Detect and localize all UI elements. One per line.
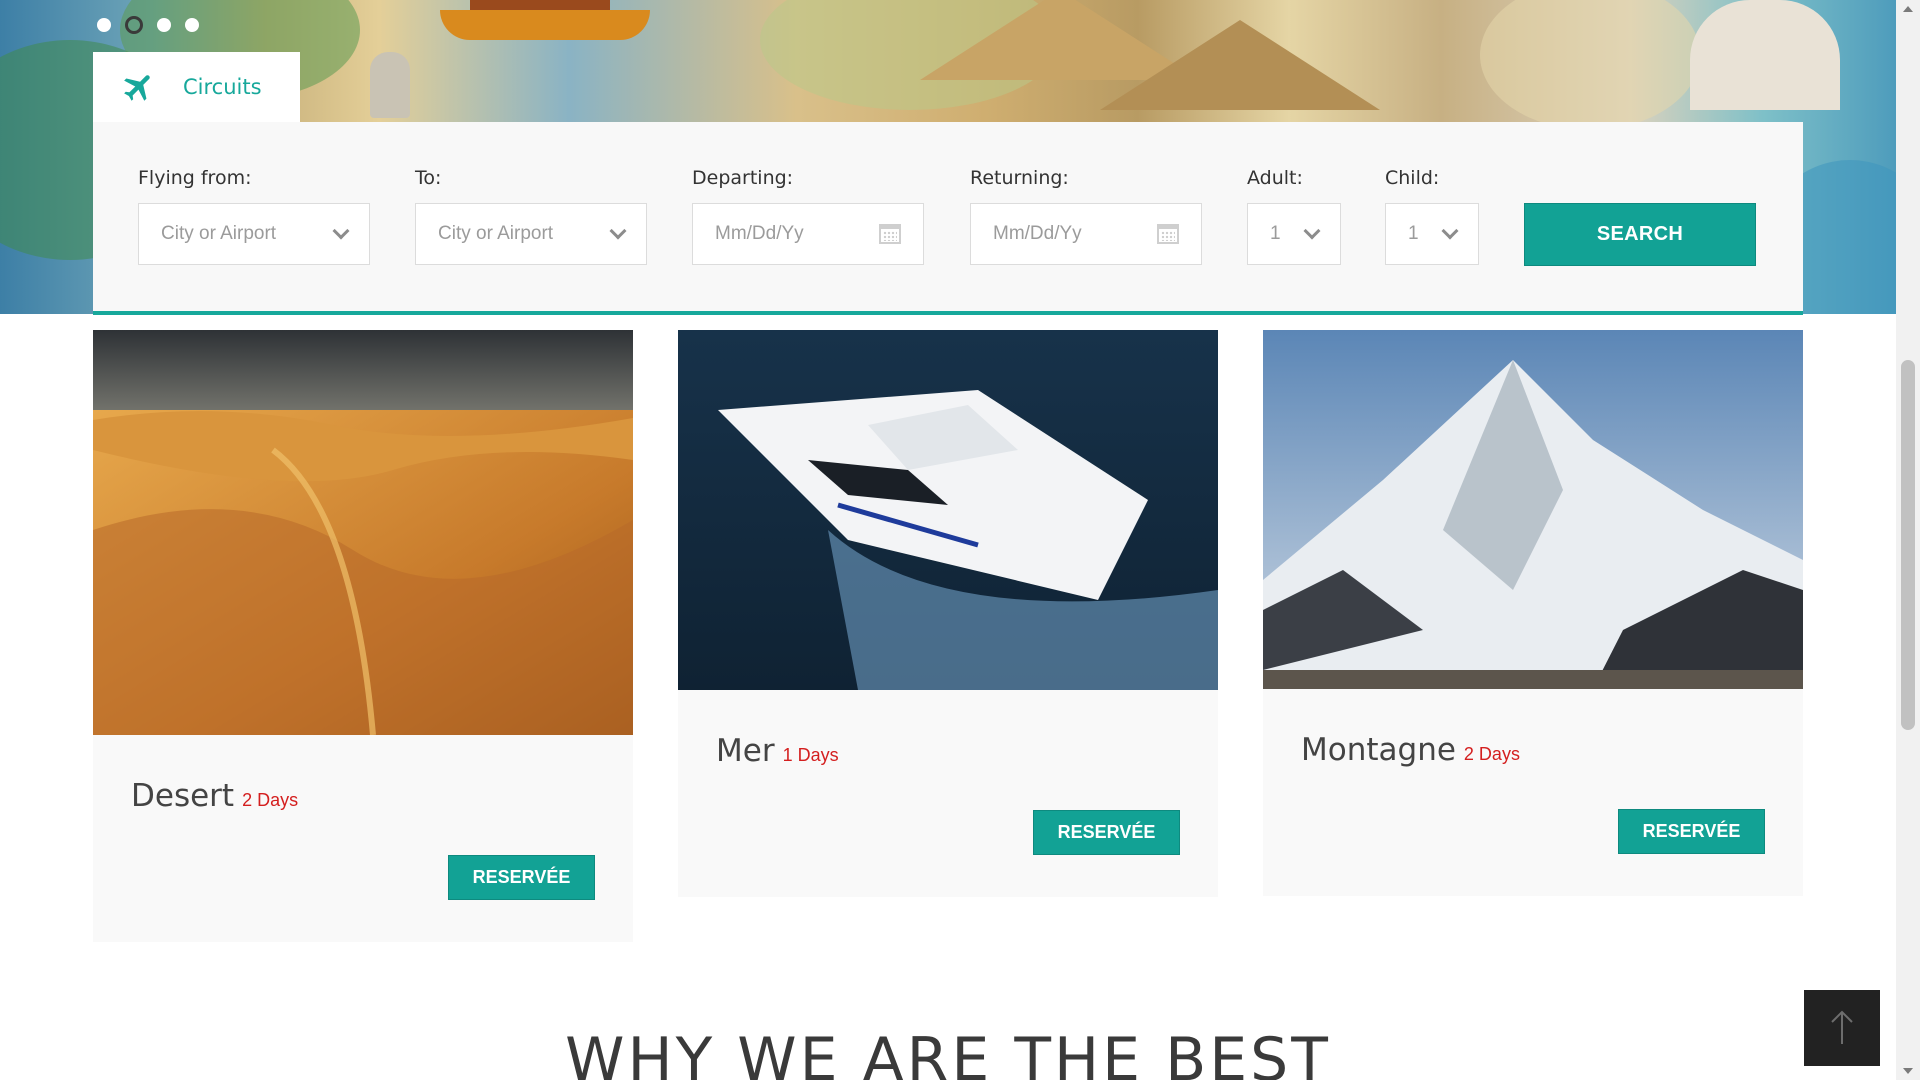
adult-value: 1 xyxy=(1270,223,1281,244)
chevron-down-icon xyxy=(1441,222,1459,240)
tour-card-desert: Desert 2 Days RESERVÉE xyxy=(93,330,633,942)
arrow-up-icon xyxy=(1831,1010,1853,1044)
scroll-down-arrow[interactable] xyxy=(1903,1068,1913,1074)
departing-date-input[interactable]: Mm/Dd/Yy xyxy=(692,203,924,265)
section-heading: WHY WE ARE THE BEST xyxy=(565,1025,1331,1080)
returning-placeholder: Mm/Dd/Yy xyxy=(993,223,1082,244)
to-field-group: To: City or Airport xyxy=(415,167,647,265)
returning-date-input[interactable]: Mm/Dd/Yy xyxy=(970,203,1202,265)
child-select[interactable]: 1 xyxy=(1385,203,1479,265)
reserve-button[interactable]: RESERVÉE xyxy=(448,855,595,900)
card-title: Montagne xyxy=(1301,732,1456,768)
card-duration: 1 Days xyxy=(782,745,839,765)
pyramid-illustration xyxy=(1100,20,1380,110)
slider-dot[interactable] xyxy=(157,18,171,32)
departing-label: Departing: xyxy=(692,167,794,189)
card-duration: 2 Days xyxy=(1463,744,1520,764)
mountain-photo[interactable] xyxy=(1263,330,1803,689)
scroll-up-arrow[interactable] xyxy=(1903,6,1913,12)
adult-label: Adult: xyxy=(1247,167,1303,189)
search-button[interactable]: SEARCH xyxy=(1524,203,1756,266)
adult-field-group: Adult: 1 xyxy=(1247,167,1341,265)
card-title-row: Montagne 2 Days xyxy=(1301,732,1520,768)
tour-card-montagne: Montagne 2 Days RESERVÉE xyxy=(1263,330,1803,896)
statue-illustration xyxy=(370,52,410,118)
departing-placeholder: Mm/Dd/Yy xyxy=(715,223,804,244)
returning-field-group: Returning: Mm/Dd/Yy xyxy=(970,167,1202,265)
chevron-down-icon xyxy=(332,222,350,240)
reserve-button[interactable]: RESERVÉE xyxy=(1033,810,1180,855)
slider-dot-active[interactable] xyxy=(125,16,143,34)
tab-label: Circuits xyxy=(183,75,262,99)
child-field-group: Child: 1 xyxy=(1385,167,1479,265)
back-to-top-button[interactable] xyxy=(1804,990,1880,1066)
chevron-down-icon xyxy=(1303,222,1321,240)
card-title: Desert xyxy=(131,778,235,814)
child-value: 1 xyxy=(1408,223,1419,244)
returning-label: Returning: xyxy=(970,167,1069,189)
card-title-row: Mer 1 Days xyxy=(716,733,839,769)
scroll-thumb[interactable] xyxy=(1901,360,1915,730)
from-select[interactable]: City or Airport xyxy=(138,203,370,265)
tab-circuits[interactable]: Circuits xyxy=(93,52,300,122)
map-decoration xyxy=(1480,0,1700,130)
to-select[interactable]: City or Airport xyxy=(415,203,647,265)
chevron-down-icon xyxy=(609,222,627,240)
temple-illustration xyxy=(1690,0,1840,110)
adult-select[interactable]: 1 xyxy=(1247,203,1341,265)
plane-icon xyxy=(124,75,150,101)
slider-dots xyxy=(97,16,199,34)
sea-photo[interactable] xyxy=(678,330,1218,690)
desert-photo[interactable] xyxy=(93,330,633,735)
tour-card-mer: Mer 1 Days RESERVÉE xyxy=(678,330,1218,897)
from-placeholder: City or Airport xyxy=(161,223,277,244)
slider-dot[interactable] xyxy=(97,18,111,32)
departing-field-group: Departing: Mm/Dd/Yy xyxy=(692,167,924,265)
boat-illustration xyxy=(440,10,650,40)
from-label: Flying from: xyxy=(138,167,252,189)
card-duration: 2 Days xyxy=(242,790,299,810)
card-title-row: Desert 2 Days xyxy=(131,778,298,814)
child-label: Child: xyxy=(1385,167,1440,189)
from-field-group: Flying from: City or Airport xyxy=(138,167,370,265)
reserve-button[interactable]: RESERVÉE xyxy=(1618,809,1765,854)
to-placeholder: City or Airport xyxy=(438,223,554,244)
to-label: To: xyxy=(415,167,442,189)
card-title: Mer xyxy=(716,733,775,769)
calendar-icon[interactable] xyxy=(1157,224,1179,244)
scrollbar[interactable] xyxy=(1896,0,1920,1080)
calendar-icon[interactable] xyxy=(879,224,901,244)
slider-dot[interactable] xyxy=(185,18,199,32)
search-panel: Flying from: City or Airport To: City or… xyxy=(93,122,1803,315)
